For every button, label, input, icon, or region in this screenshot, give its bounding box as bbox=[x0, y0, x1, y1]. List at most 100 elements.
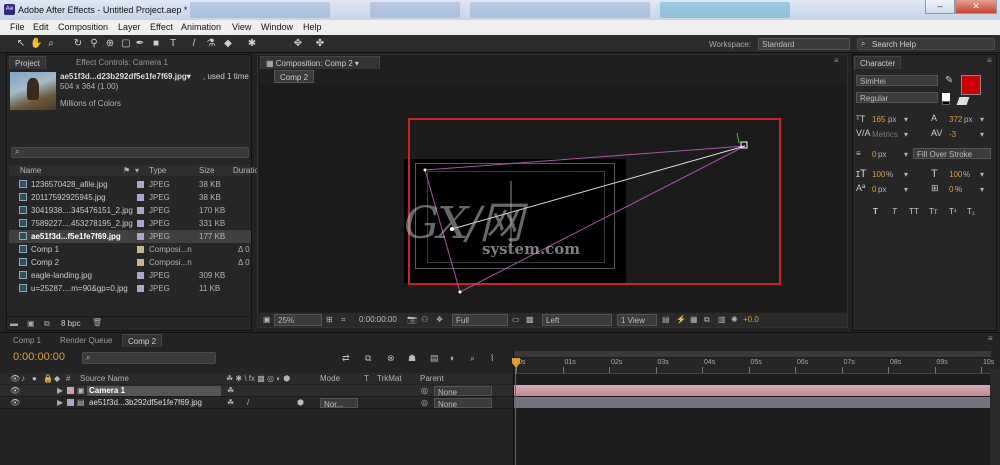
workspace-select[interactable]: Standard bbox=[758, 38, 850, 50]
menu-composition[interactable]: Composition bbox=[58, 22, 108, 32]
new-folder-icon[interactable]: ▣ bbox=[27, 319, 35, 328]
superscript-button[interactable]: T¹ bbox=[949, 207, 957, 216]
comp-flowchart-icon[interactable]: ⧉ bbox=[704, 315, 710, 325]
comp-mini-flowchart-icon[interactable]: ⇄ bbox=[342, 353, 350, 364]
menu-layer[interactable]: Layer bbox=[118, 22, 141, 32]
panel-menu-icon[interactable]: ≡ bbox=[987, 56, 992, 65]
visibility-eye-icon[interactable]: 👁 bbox=[10, 386, 20, 395]
parent-select[interactable]: None bbox=[434, 386, 492, 397]
pickwhip-icon[interactable]: ◎ bbox=[421, 398, 428, 407]
expand-arrow-icon[interactable]: ▶ bbox=[57, 386, 63, 395]
new-comp-icon[interactable]: ⧉ bbox=[44, 319, 50, 329]
exposure-icon[interactable]: ✺ bbox=[731, 315, 738, 324]
pen-tool-icon[interactable]: ✒ bbox=[134, 38, 146, 50]
safe-zones-icon[interactable]: ⊞ bbox=[326, 315, 333, 324]
no-stroke-swatch[interactable] bbox=[956, 97, 970, 105]
rotate-tool-icon[interactable]: ↻ bbox=[72, 38, 84, 50]
dropdown-icon[interactable]: ▾ bbox=[904, 170, 908, 179]
label-color-chip[interactable] bbox=[137, 220, 144, 227]
tab-character[interactable]: Character bbox=[854, 56, 902, 69]
close-button[interactable]: ✕ bbox=[955, 0, 997, 14]
graph-editor-icon[interactable]: ⌕ bbox=[470, 353, 475, 364]
menu-help[interactable]: Help bbox=[303, 22, 322, 32]
local-axis-icon[interactable]: ✥ bbox=[292, 38, 304, 50]
font-style-select[interactable]: Regular bbox=[856, 92, 938, 103]
col-type[interactable]: Type bbox=[149, 166, 166, 175]
camera-tool-icon[interactable]: ⚲ bbox=[88, 38, 100, 50]
live-update-icon[interactable]: ⧉ bbox=[365, 353, 371, 364]
dropdown-icon[interactable]: ▾ bbox=[980, 170, 984, 179]
timeline-graph-area[interactable]: 0s 01s 02s 03s 04s 05s 06s 07s 08s 09s 10s bbox=[512, 351, 994, 465]
menu-file[interactable]: File bbox=[10, 22, 25, 32]
stroke-mode-select[interactable]: Fill Over Stroke bbox=[913, 148, 991, 159]
tab-composition[interactable]: ▦ Composition: Comp 2 ▾ bbox=[260, 56, 380, 69]
transparency-grid-icon[interactable]: ▩ bbox=[526, 315, 534, 324]
menu-edit[interactable]: Edit bbox=[33, 22, 49, 32]
timeline-scrollbar[interactable] bbox=[990, 369, 1000, 465]
brainstorm-icon[interactable]: ⌇ bbox=[490, 353, 494, 364]
tab-comp-1[interactable]: Comp 1 bbox=[8, 334, 46, 347]
menu-view[interactable]: View bbox=[232, 22, 251, 32]
pickwhip-icon[interactable]: ◎ bbox=[421, 386, 428, 395]
brush-tool-icon[interactable]: / bbox=[188, 38, 200, 50]
resolution-select[interactable]: Full bbox=[452, 314, 508, 326]
label-color-chip[interactable] bbox=[137, 259, 144, 266]
project-item-row[interactable]: 20117592925945.jpg JPEG 38 KB bbox=[9, 191, 251, 204]
horizontal-scale-value[interactable]: 100 bbox=[949, 170, 962, 179]
project-item-row[interactable]: eagle-landing.jpg JPEG 309 KB bbox=[9, 269, 251, 282]
rectangle-tool-icon[interactable]: ■ bbox=[150, 38, 162, 50]
label-color-chip[interactable] bbox=[137, 194, 144, 201]
label-color-chip[interactable] bbox=[137, 207, 144, 214]
project-item-row[interactable]: u=25287....m=90&gp=0.jpg JPEG 11 KB bbox=[9, 282, 251, 295]
eraser-tool-icon[interactable]: ◆ bbox=[222, 38, 234, 50]
baseline-shift-value[interactable]: 0 bbox=[872, 185, 876, 194]
minimize-button[interactable]: – bbox=[925, 0, 955, 14]
shy-switch-icon[interactable]: ☘ bbox=[227, 386, 234, 395]
y-axis-handle[interactable] bbox=[736, 132, 740, 144]
clone-stamp-icon[interactable]: ⚗ bbox=[205, 38, 217, 50]
menu-animation[interactable]: Animation bbox=[181, 22, 221, 32]
dropdown-icon[interactable]: ▾ bbox=[904, 150, 908, 159]
tsume-value[interactable]: 0 bbox=[949, 185, 953, 194]
fast-preview-icon[interactable]: ⚡ bbox=[676, 315, 686, 324]
project-item-row[interactable]: 1236570428_afile.jpg JPEG 38 KB bbox=[9, 178, 251, 191]
image-layer-bar[interactable] bbox=[514, 397, 991, 408]
toggle-pixel-aspect-icon[interactable]: ▤ bbox=[662, 315, 670, 324]
font-size-value[interactable]: 165 bbox=[872, 115, 885, 124]
layer-label-chip[interactable] bbox=[67, 399, 74, 406]
search-help-input[interactable]: ⌕ Search Help bbox=[857, 38, 995, 50]
bpc-toggle[interactable]: 8 bpc bbox=[61, 319, 81, 328]
frame-blending-icon[interactable]: ▤ bbox=[430, 353, 439, 364]
layer-row[interactable]: 👁 ▶ ▤ ae51f3d...3b292df5e1fe7f69.jpg ☘ /… bbox=[0, 397, 513, 409]
label-color-chip[interactable] bbox=[137, 233, 144, 240]
leading-value[interactable]: 372 bbox=[949, 115, 962, 124]
hand-tool-icon[interactable]: ✋ bbox=[30, 38, 42, 50]
tab-project[interactable]: Project bbox=[9, 56, 46, 69]
view-layout-select[interactable]: 1 View bbox=[617, 314, 657, 326]
composition-viewer[interactable]: GX/网 system.com bbox=[259, 85, 847, 312]
tab-render-queue[interactable]: Render Queue bbox=[55, 334, 117, 347]
project-item-row[interactable]: 7589227....453278195_2.jpg JPEG 331 KB bbox=[9, 217, 251, 230]
all-caps-button[interactable]: TT bbox=[909, 207, 919, 216]
dropdown-icon[interactable]: ▾ bbox=[904, 185, 908, 194]
layer-name[interactable]: ae51f3d...3b292df5e1fe7f69.jpg bbox=[87, 398, 221, 408]
col-mode[interactable]: Mode bbox=[320, 374, 340, 383]
visibility-eye-icon[interactable]: 👁 bbox=[10, 398, 20, 407]
3d-view-select[interactable]: Left bbox=[542, 314, 612, 326]
zoom-tool-icon[interactable]: ⌕ bbox=[45, 38, 57, 50]
project-item-row[interactable]: ae51f3d...f5e1fe7f69.jpg JPEG 177 KB bbox=[9, 230, 251, 243]
region-of-interest-icon[interactable]: ▭ bbox=[512, 315, 520, 324]
black-swatch[interactable] bbox=[942, 101, 950, 105]
eyedropper-icon[interactable]: ✎ bbox=[945, 75, 953, 86]
exposure-value[interactable]: +0.0 bbox=[743, 315, 759, 324]
blend-mode-select[interactable]: Nor... bbox=[320, 398, 358, 409]
magnification-select[interactable]: 25% bbox=[274, 314, 322, 326]
comp-breadcrumb[interactable]: Comp 2 bbox=[274, 70, 315, 83]
faux-bold-button[interactable]: T bbox=[873, 207, 878, 216]
expand-arrow-icon[interactable]: ▶ bbox=[57, 398, 63, 407]
quality-switch-icon[interactable]: / bbox=[247, 398, 249, 407]
label-color-chip[interactable] bbox=[137, 272, 144, 279]
world-axis-icon[interactable]: ✤ bbox=[314, 38, 326, 50]
snapshot-icon[interactable]: 📷 bbox=[407, 315, 417, 324]
timeline-current-time[interactable]: 0:00:00:00 bbox=[13, 351, 65, 363]
